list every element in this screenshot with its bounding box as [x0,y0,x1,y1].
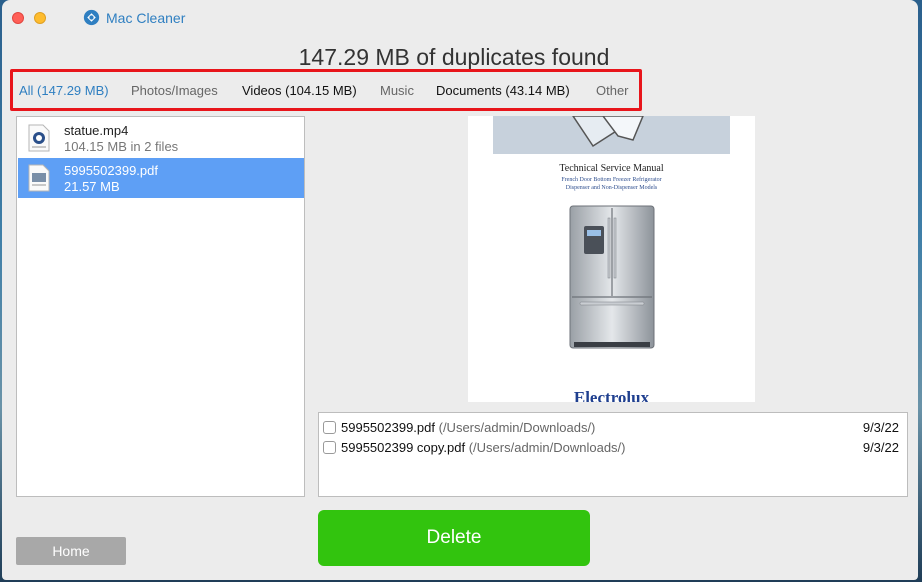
duplicate-file-date: 9/3/22 [862,440,899,455]
minimize-window-button[interactable] [34,12,46,24]
category-tabs: All (147.29 MB) Photos/Images Videos (10… [10,69,642,111]
tab-music[interactable]: Music [380,83,414,98]
duplicate-file-list[interactable]: statue.mp4 104.15 MB in 2 files 59955023… [16,116,305,497]
duplicate-file-name: 5995502399.pdf [341,420,435,435]
list-item-5995502399-pdf[interactable]: 5995502399.pdf 21.57 MB [18,158,304,198]
duplicate-file-path: (/Users/admin/Downloads/) [438,420,596,435]
file-detail: 104.15 MB in 2 files [64,139,179,154]
mac-cleaner-logo-icon [83,9,100,26]
home-button[interactable]: Home [16,537,126,565]
duplicate-file-path: (/Users/admin/Downloads/) [468,440,626,455]
file-name: statue.mp4 [64,123,129,138]
tab-videos[interactable]: Videos (104.15 MB) [242,83,357,98]
video-file-icon [28,124,50,152]
file-detail: 21.57 MB [64,179,120,194]
file-name: 5995502399.pdf [64,163,158,178]
preview-document-title: Technical Service Manual [559,163,664,174]
app-window: Mac Cleaner 147.29 MB of duplicates foun… [2,0,918,580]
logo-shape-icon [572,116,644,148]
select-checkbox[interactable] [323,441,336,454]
preview-document-subtitle: French Door Bottom Freezer Refrigerator [561,177,662,183]
title-bar: Mac Cleaner [2,0,918,36]
tab-photos-images[interactable]: Photos/Images [131,83,218,98]
select-checkbox[interactable] [323,421,336,434]
refrigerator-image [569,205,655,349]
tab-documents[interactable]: Documents (43.14 MB) [436,83,570,98]
table-row[interactable]: 5995502399.pdf (/Users/admin/Downloads/)… [323,418,903,438]
delete-button[interactable]: Delete [318,510,590,566]
tab-all[interactable]: All (147.29 MB) [19,83,109,98]
app-title: Mac Cleaner [106,10,186,26]
duplicate-file-date: 9/3/22 [862,420,899,435]
preview-header-image [493,116,730,154]
pdf-file-icon [28,164,50,192]
preview-brand-text: Electrolux [573,388,650,402]
tab-other[interactable]: Other [596,83,629,98]
close-window-button[interactable] [12,12,24,24]
file-preview: Technical Service Manual French Door Bot… [468,116,755,402]
list-item-statue-mp4[interactable]: statue.mp4 104.15 MB in 2 files [18,118,304,158]
duplicates-summary-heading: 147.29 MB of duplicates found [298,44,610,70]
table-row[interactable]: 5995502399 copy.pdf (/Users/admin/Downlo… [323,438,903,458]
duplicate-copies-list[interactable]: 5995502399.pdf (/Users/admin/Downloads/)… [318,412,908,497]
duplicate-file-name: 5995502399 copy.pdf [341,440,466,455]
preview-document-subtitle-2: Dispenser and Non-Dispenser Models [565,185,658,191]
